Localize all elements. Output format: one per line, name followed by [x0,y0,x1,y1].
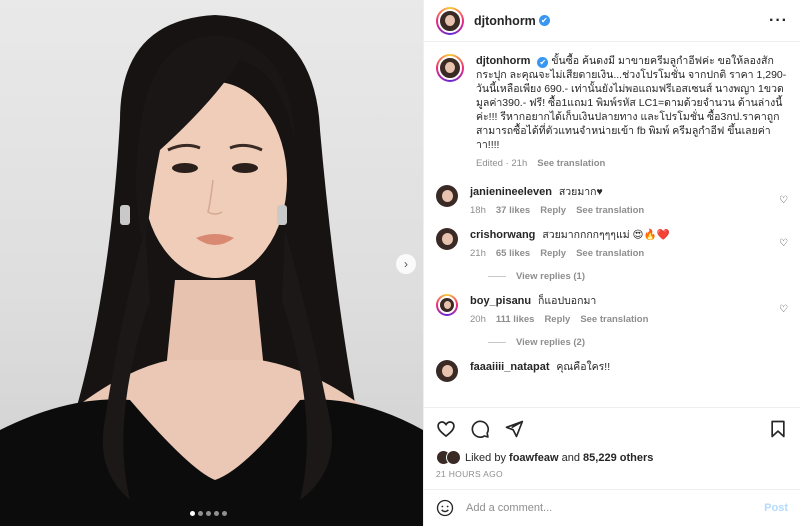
verified-badge-icon: ✔ [537,57,549,68]
comment-see-translation[interactable]: See translation [576,247,644,261]
replies-divider [488,276,506,277]
verified-badge-icon: ✔ [538,15,550,26]
commenter-username[interactable]: faaaiiii_natapat [470,361,549,373]
next-photo-button[interactable]: › [396,254,416,274]
comment-input[interactable] [466,502,765,514]
liked-by-prefix: Liked by [465,451,506,464]
view-replies-label[interactable]: View replies (1) [516,271,585,282]
commenter-username[interactable]: crishorwang [470,229,535,241]
comment-likes[interactable]: 65 likes [496,247,530,261]
liker-avatar[interactable] [446,450,461,465]
comment-text: สวยมาก♥ [558,186,603,198]
comment-like-heart-icon[interactable]: ♡ [779,195,788,206]
comment-time: 18h [470,205,486,216]
commenter-avatar[interactable] [436,360,458,382]
post-photo[interactable]: › [0,0,423,526]
carousel-dot [198,511,203,516]
comment-item: crishorwang สวยมากกกกๆๆๆแม่ 😍🔥❤️ 21h 65 … [436,228,788,261]
commenter-avatar[interactable] [436,185,458,207]
post-comment-button[interactable]: Post [764,502,788,514]
comment-text: ก็แอปบอกมา [538,295,597,307]
portrait-image [0,15,423,526]
liked-by-row: Liked by foawfeaw and 85,229 others [436,450,788,465]
comment-like-heart-icon[interactable]: ♡ [779,304,788,315]
comment-reply-button[interactable]: Reply [544,313,570,327]
post-actions: Liked by foawfeaw and 85,229 others 21 H… [424,407,800,479]
comment-see-translation[interactable]: See translation [576,204,644,218]
comment-time: 20h [470,314,486,325]
send-icon[interactable] [504,419,524,439]
carousel-dots [190,511,227,516]
author-avatar[interactable] [436,6,464,35]
chevron-right-icon: › [404,257,408,271]
carousel-dot [222,511,227,516]
comment-item: faaaiiii_natapat คุณคือใคร!! [436,360,788,382]
comment-see-translation[interactable]: See translation [580,313,648,327]
comment-likes[interactable]: 37 likes [496,204,530,218]
comment-like-heart-icon[interactable]: ♡ [779,238,788,249]
emoji-icon[interactable] [436,499,454,517]
likes-count[interactable]: 85,229 others [583,452,653,464]
comment-item: janienineeleven สวยมาก♥ 18h 37 likes Rep… [436,185,788,218]
post-header: djtonhorm ✔ ··· [424,0,800,42]
view-replies-button[interactable]: View replies (2) [488,337,788,348]
view-replies-label[interactable]: View replies (2) [516,337,585,348]
caption-see-translation[interactable]: See translation [537,157,605,171]
commenter-username[interactable]: boy_pisanu [470,295,531,307]
caption-edited-time: Edited · 21h [476,158,528,169]
post-time-ago: 21 HOURS AGO [436,469,503,479]
comment-text: คุณคือใคร!! [556,361,611,373]
commenter-username[interactable]: janienineeleven [470,186,552,198]
carousel-dot [214,511,219,516]
caption-username[interactable]: djtonhorm [476,55,530,67]
comments-list[interactable]: djtonhorm ✔ ขั้นซื้อ ค้นดงมี มาขายครีมลูก… [424,42,800,407]
comment-icon[interactable] [470,419,490,439]
caption-avatar[interactable] [436,54,464,82]
commenter-avatar[interactable] [436,228,458,250]
commenter-avatar[interactable] [436,294,458,316]
comment-item: boy_pisanu ก็แอปบอกมา 20h 111 likes Repl… [436,294,788,327]
liked-by-user[interactable]: foawfeaw [509,452,559,464]
heart-icon[interactable] [436,419,456,439]
comment-text: สวยมากกกกๆๆๆแม่ 😍🔥❤️ [542,229,670,241]
comment-likes[interactable]: 111 likes [496,313,535,327]
post-side-panel: djtonhorm ✔ ··· djtonhorm ✔ ขั้นซื้อ ค้นด… [423,0,800,526]
bookmark-icon[interactable] [768,419,788,439]
author-username[interactable]: djtonhorm [474,14,536,28]
carousel-dot [206,511,211,516]
liked-by-and: and [561,451,580,464]
caption-text: ขั้นซื้อ ค้นดงมี มาขายครีมลูกำอีฟค่ะ ขอใ… [476,55,787,151]
caption: djtonhorm ✔ ขั้นซื้อ ค้นดงมี มาขายครีมลูก… [436,54,788,171]
add-comment-bar: Post [424,489,800,526]
more-options-icon[interactable]: ··· [769,12,788,30]
comment-reply-button[interactable]: Reply [540,247,566,261]
post-dialog: › djtonhorm ✔ ··· djtonhorm ✔ ขั้นซื้อ ค้… [0,0,800,526]
view-replies-button[interactable]: View replies (1) [488,271,788,282]
comment-time: 21h [470,248,486,259]
replies-divider [488,342,506,343]
comment-reply-button[interactable]: Reply [540,204,566,218]
carousel-dot [190,511,195,516]
